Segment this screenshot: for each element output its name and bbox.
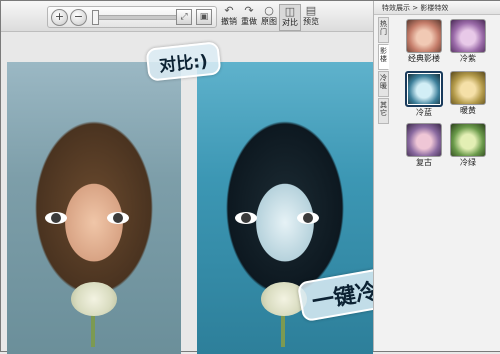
- preview-label: 预览: [303, 17, 319, 26]
- effect-cool-green[interactable]: 冷绿: [448, 123, 488, 168]
- effect-label: 冷蓝: [416, 108, 432, 117]
- original-icon: ○: [264, 4, 274, 17]
- effect-warm-yellow[interactable]: 暖黄: [448, 71, 488, 116]
- effect-label: 复古: [416, 158, 432, 167]
- app-window: + − ⤢ ▣ ↶ 撤销 ↷ 重做 ○ 原图 ◫ 对比 ▤ 预览 对比:) 特效…: [0, 0, 500, 354]
- preview-button[interactable]: ▤ 预览: [301, 4, 321, 29]
- original-photo: [7, 62, 181, 354]
- zoom-slider[interactable]: [96, 15, 178, 20]
- actual-size-icon[interactable]: ▣: [196, 9, 212, 25]
- effect-thumbnail: [406, 123, 442, 157]
- eye-right: [297, 212, 319, 224]
- zoom-out-icon[interactable]: −: [70, 9, 87, 26]
- eye-left: [45, 212, 67, 224]
- tab-hot[interactable]: 热门: [378, 17, 389, 43]
- effect-label: 冷绿: [460, 158, 476, 167]
- effects-panel: 特效展示 > 影楼特效 热门 影楼 冷暖 其它 经典影楼 冷紫 冷蓝 暖黄 复古…: [373, 1, 500, 351]
- zoom-control: + − ⤢ ▣: [47, 6, 217, 28]
- tab-tone[interactable]: 冷暖: [378, 71, 389, 97]
- fit-window-icon[interactable]: ⤢: [176, 9, 192, 25]
- effect-thumbnail: [406, 19, 442, 53]
- effect-thumbnail: [405, 71, 443, 107]
- tab-other[interactable]: 其它: [378, 98, 389, 124]
- preview-icon: ▤: [305, 4, 317, 17]
- redo-icon: ↷: [244, 4, 254, 17]
- effect-classic-studio[interactable]: 经典影楼: [404, 19, 444, 64]
- flower: [71, 282, 117, 316]
- effect-label: 冷紫: [460, 54, 476, 63]
- effect-thumbnail: [450, 123, 486, 157]
- effect-vintage[interactable]: 复古: [404, 123, 444, 168]
- eye-right: [107, 212, 129, 224]
- effect-label: 暖黄: [460, 106, 476, 115]
- effect-cool-blue[interactable]: 冷蓝: [404, 71, 444, 118]
- breadcrumb: 特效展示 > 影楼特效: [374, 1, 500, 15]
- zoom-slider-thumb[interactable]: [92, 10, 99, 25]
- effect-cool-purple[interactable]: 冷紫: [448, 19, 488, 64]
- toolbar: + − ⤢ ▣ ↶ 撤销 ↷ 重做 ○ 原图 ◫ 对比 ▤ 预览: [1, 1, 373, 32]
- effect-thumbnail: [450, 71, 486, 105]
- effect-thumbnail: [450, 19, 486, 53]
- panel-tabs: 热门 影楼 冷暖 其它: [378, 17, 391, 125]
- eye-left: [235, 212, 257, 224]
- undo-icon: ↶: [224, 4, 234, 17]
- zoom-in-icon[interactable]: +: [51, 9, 68, 26]
- effect-label: 经典影楼: [408, 54, 440, 63]
- tab-studio[interactable]: 影楼: [378, 44, 389, 70]
